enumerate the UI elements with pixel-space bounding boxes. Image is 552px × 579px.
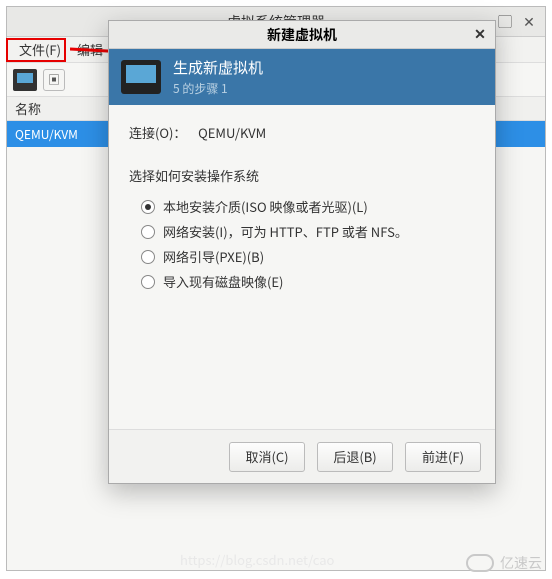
radio-icon xyxy=(141,225,155,239)
option-network-install[interactable]: 网络安装(I)，可为 HTTP、FTP 或者 NFS。 xyxy=(141,222,475,241)
watermark-text: 亿速云 xyxy=(500,553,542,573)
radio-icon xyxy=(141,200,155,214)
dialog-titlebar: 新建虚拟机 ✕ xyxy=(109,21,495,49)
menu-file[interactable]: 文件(F) xyxy=(11,37,69,62)
dialog-header-title: 生成新虚拟机 xyxy=(173,57,263,78)
watermark: 亿速云 xyxy=(466,553,542,573)
csdn-watermark: https://blog.csdn.net/cao xyxy=(180,550,334,569)
maximize-button[interactable]: ▢ xyxy=(493,10,517,34)
option-local-media[interactable]: 本地安装介质(ISO 映像或者光驱)(L) xyxy=(141,197,475,216)
connection-row: 连接(O)： QEMU/KVM xyxy=(129,123,475,142)
option-label: 网络安装(I)，可为 HTTP、FTP 或者 NFS。 xyxy=(163,222,408,241)
option-label: 导入现有磁盘映像(E) xyxy=(163,272,283,291)
dialog-body: 连接(O)： QEMU/KVM 选择如何安装操作系统 本地安装介质(ISO 映像… xyxy=(109,105,495,429)
vm-icon xyxy=(121,60,161,94)
dialog-header-text: 生成新虚拟机 5 的步骤 1 xyxy=(173,57,263,97)
back-button[interactable]: 后退(B) xyxy=(317,442,393,472)
option-label: 网络引导(PXE)(B) xyxy=(163,247,264,266)
open-vm-button[interactable]: ▣ xyxy=(43,69,65,91)
dialog-footer: 取消(C) 后退(B) 前进(F) xyxy=(109,429,495,483)
install-method-group: 本地安装介质(ISO 映像或者光驱)(L) 网络安装(I)，可为 HTTP、FT… xyxy=(129,197,475,291)
connection-field-value: QEMU/KVM xyxy=(198,123,266,142)
dialog-header: 生成新虚拟机 5 的步骤 1 xyxy=(109,49,495,105)
dialog-title: 新建虚拟机 xyxy=(267,25,337,45)
radio-icon xyxy=(141,250,155,264)
new-vm-icon[interactable] xyxy=(13,69,37,91)
close-button[interactable]: ✕ xyxy=(517,10,541,34)
option-pxe-boot[interactable]: 网络引导(PXE)(B) xyxy=(141,247,475,266)
new-vm-dialog: 新建虚拟机 ✕ 生成新虚拟机 5 的步骤 1 连接(O)： QEMU/KVM 选… xyxy=(108,20,496,484)
radio-icon xyxy=(141,275,155,289)
connection-label: QEMU/KVM xyxy=(15,126,78,143)
forward-button[interactable]: 前进(F) xyxy=(405,442,481,472)
dialog-step-label: 5 的步骤 1 xyxy=(173,80,263,97)
cloud-icon xyxy=(466,554,494,572)
cancel-button[interactable]: 取消(C) xyxy=(229,442,305,472)
option-import-disk[interactable]: 导入现有磁盘映像(E) xyxy=(141,272,475,291)
option-label: 本地安装介质(ISO 映像或者光驱)(L) xyxy=(163,197,368,216)
connection-field-label: 连接(O)： xyxy=(129,123,186,142)
install-prompt: 选择如何安装操作系统 xyxy=(129,166,475,185)
dialog-close-button[interactable]: ✕ xyxy=(471,25,489,43)
menu-edit[interactable]: 编辑 xyxy=(69,37,111,62)
